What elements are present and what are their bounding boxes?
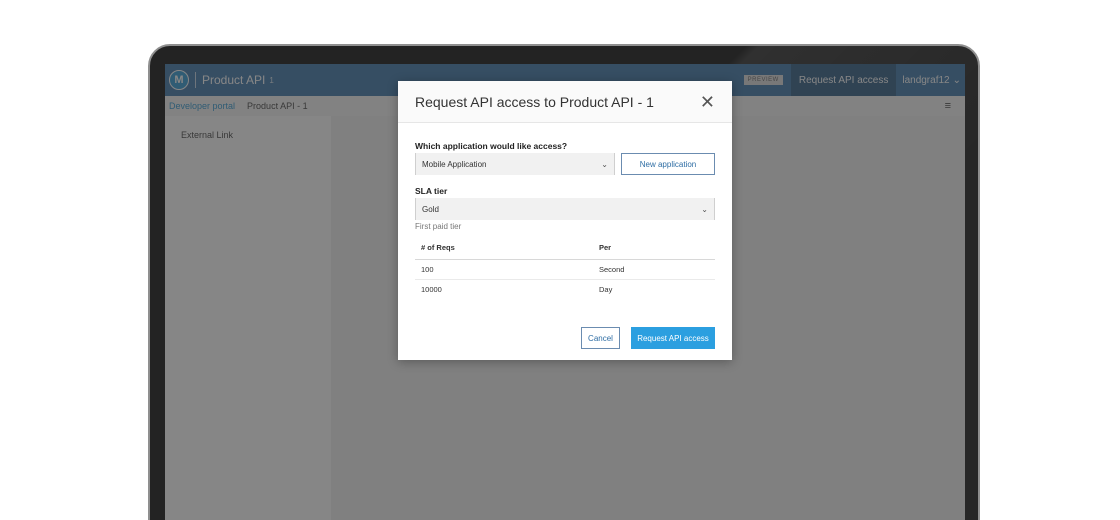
sidebar: External Link	[165, 116, 331, 520]
sla-tier-select-value: Gold	[422, 204, 439, 214]
dialog-header: Request API access to Product API - 1 ✕	[398, 81, 732, 123]
column-header-reqs: # of Reqs	[415, 237, 593, 260]
table-cell-per: Second	[593, 259, 715, 280]
topbar-divider	[195, 72, 196, 88]
app-version: 1	[269, 75, 274, 85]
sla-tier-select[interactable]: Gold ⌄	[415, 198, 715, 220]
application-select[interactable]: Mobile Application ⌄	[415, 153, 615, 175]
table-cell-reqs: 100	[415, 259, 593, 280]
table-header-row: # of Reqs Per	[415, 237, 715, 260]
table-row: 10000 Day	[415, 279, 715, 299]
dialog-footer: Cancel Request API access	[581, 327, 715, 349]
table-cell-per: Day	[599, 284, 613, 294]
request-api-access-button[interactable]: Request API access	[631, 327, 715, 349]
chevron-down-icon: ⌄	[701, 204, 708, 214]
user-menu[interactable]: landgraf12 ⌄	[896, 75, 965, 86]
app-title: Product API	[202, 73, 266, 87]
tier-description: First paid tier	[415, 222, 462, 231]
hamburger-menu-icon[interactable]: ≡	[945, 100, 951, 112]
new-application-button[interactable]: New application	[621, 153, 715, 175]
rate-limits-table: # of Reqs Per 100 Second 10000 Day	[415, 237, 715, 299]
application-select-value: Mobile Application	[422, 159, 487, 169]
sla-tier-label: SLA tier	[415, 186, 448, 196]
application-label: Which application would like access?	[415, 141, 568, 151]
breadcrumb-developer-portal[interactable]: Developer portal	[169, 101, 235, 111]
table-row: 100 Second	[415, 259, 715, 280]
close-icon[interactable]: ✕	[700, 93, 715, 111]
chevron-down-icon: ⌄	[601, 159, 608, 169]
request-access-dialog: Request API access to Product API - 1 ✕ …	[398, 81, 732, 360]
column-header-per: Per	[593, 237, 715, 260]
request-api-access-top-button[interactable]: Request API access	[790, 64, 897, 96]
username: landgraf12	[902, 74, 950, 86]
chevron-down-icon: ⌄	[952, 74, 961, 86]
table-cell-reqs: 10000	[421, 284, 442, 294]
sidebar-item-external-link[interactable]: External Link	[181, 130, 233, 140]
dialog-title: Request API access to Product API - 1	[415, 93, 654, 110]
dialog-body: Which application would like access? Mob…	[398, 123, 732, 299]
cancel-button[interactable]: Cancel	[581, 327, 620, 349]
breadcrumb-current: Product API - 1	[247, 101, 308, 111]
preview-badge: PREVIEW	[743, 75, 783, 85]
mulesoft-logo-icon[interactable]: M	[169, 70, 189, 90]
